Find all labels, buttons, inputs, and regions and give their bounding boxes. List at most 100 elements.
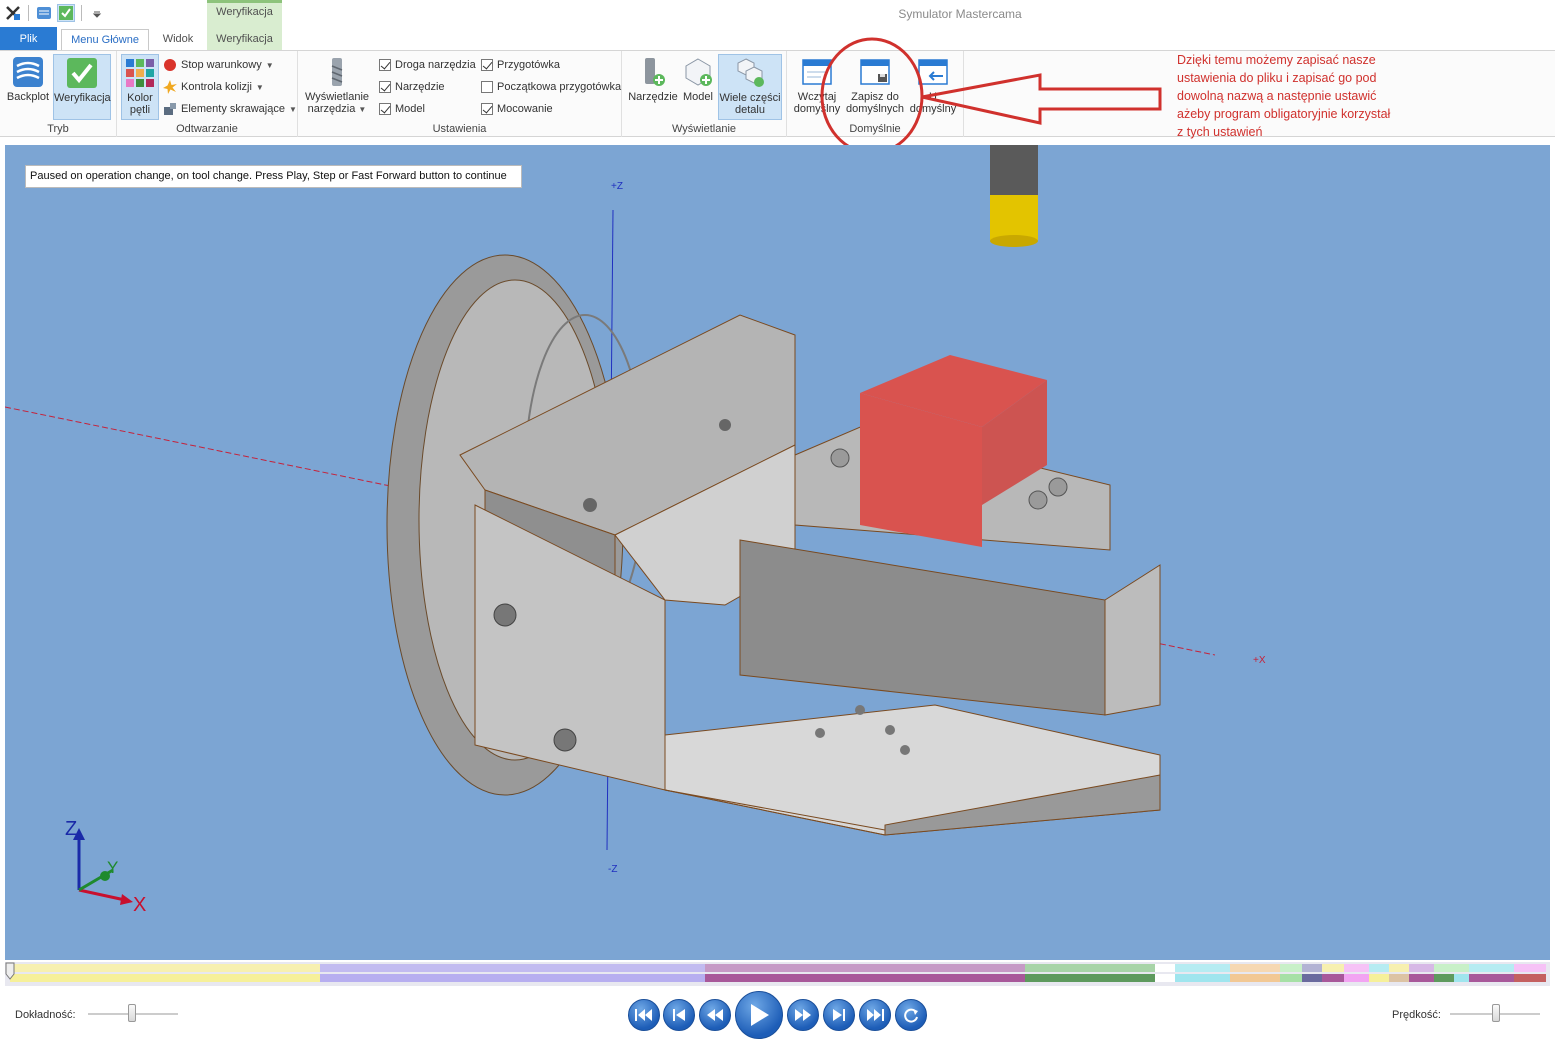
accuracy-slider[interactable] xyxy=(88,1004,178,1024)
play-icon xyxy=(751,1004,769,1026)
skip-to-end-icon xyxy=(867,1009,884,1021)
wczytaj-domyslny-button[interactable]: Wczytaj domyślny xyxy=(792,54,842,120)
bolt-hole xyxy=(719,419,731,431)
group-label-ustawienia: Ustawienia xyxy=(432,123,487,135)
chevron-down-icon: ▼ xyxy=(358,105,367,114)
axis-x-pos-label: +X xyxy=(1253,655,1266,666)
tab-verify[interactable]: Weryfikacja xyxy=(207,27,282,50)
poczatkowa-label: Początkowa przygotówka xyxy=(497,81,622,93)
skip-to-start-icon xyxy=(635,1009,652,1021)
wyswietlanie-narzedzia-button[interactable]: Wyświetlanie narzędzia ▼ xyxy=(302,54,372,120)
tab-file[interactable]: Plik xyxy=(0,27,57,50)
timeline-thumb[interactable] xyxy=(5,962,15,980)
stop-label: Stop warunkowy xyxy=(181,59,262,71)
checkbox[interactable] xyxy=(379,81,391,93)
droga-narzedzia-checkbox[interactable]: Droga narzędzia xyxy=(379,56,476,74)
group-domyslnie: Wczytaj domyślny Zapisz do domyślnych U … xyxy=(787,51,964,137)
accuracy-slider-knob[interactable] xyxy=(128,1004,136,1022)
speed-slider[interactable] xyxy=(1450,1004,1540,1024)
wczytaj-label-1: Wczytaj xyxy=(797,91,837,103)
checkbox[interactable] xyxy=(379,103,391,115)
context-tab-header: Weryfikacja xyxy=(207,0,282,27)
group-tryb: Backplot Weryfikacja Tryb xyxy=(0,51,117,137)
weryfikacja-button[interactable]: Weryfikacja xyxy=(53,54,111,120)
loop-button[interactable] xyxy=(895,999,927,1031)
checkbox[interactable] xyxy=(379,59,391,71)
bolt-hole xyxy=(553,728,577,752)
tool-tip xyxy=(990,235,1038,247)
rewind-start-button[interactable] xyxy=(628,999,660,1031)
mocowanie-checkbox[interactable]: Mocowanie xyxy=(481,100,553,118)
model-label: Model xyxy=(395,103,425,115)
step-forward-button[interactable] xyxy=(823,999,855,1031)
zapisz-label-2: domyślnych xyxy=(845,103,905,115)
narzedzie-display-label: Narzędzie xyxy=(628,91,678,103)
zapisz-do-domyslnych-button[interactable]: Zapisz do domyślnych xyxy=(844,54,906,120)
kolor-label-1: Kolor xyxy=(127,92,153,104)
model-display-label: Model xyxy=(683,91,713,103)
annotation-line: ustawienia do pliku i zapisać go pod xyxy=(1177,71,1377,85)
tab-view[interactable]: Widok xyxy=(150,27,206,50)
timeline-track-top xyxy=(10,964,1546,972)
kolor-label-2: pętli xyxy=(129,104,151,116)
speed-slider-knob[interactable] xyxy=(1492,1004,1500,1022)
vise-body xyxy=(739,539,1106,716)
stop-warunkowy-button[interactable]: Stop warunkowy ▼ xyxy=(163,56,274,74)
group-label-odtwarzanie: Odtwarzanie xyxy=(176,123,238,135)
third-defaults-button[interactable]: U domyślny xyxy=(908,54,958,120)
fast-forward-button[interactable] xyxy=(787,999,819,1031)
tool-add-icon xyxy=(637,56,669,88)
triad-x-label: X xyxy=(133,894,146,916)
color-grid-icon xyxy=(124,57,156,89)
checkbox[interactable] xyxy=(481,81,493,93)
checkbox[interactable] xyxy=(481,103,493,115)
wysw-label-1: Wyświetlanie xyxy=(304,91,370,103)
weryfikacja-label: Weryfikacja xyxy=(54,92,111,104)
mount-hole xyxy=(900,745,910,755)
skip-to-end-button[interactable] xyxy=(859,999,891,1031)
model-add-icon xyxy=(682,56,714,88)
triad-z-label: Z xyxy=(65,818,77,840)
play-button[interactable] xyxy=(735,991,783,1039)
model-display-button[interactable]: Model xyxy=(680,54,716,120)
wiele-czesci-button[interactable]: Wiele części detalu xyxy=(718,54,782,120)
wczytaj-label-2: domyślny xyxy=(793,103,841,115)
annotation-text: Dzięki temu możemy zapisać nasze ustawie… xyxy=(1177,51,1437,141)
elementy-skrawajace-button[interactable]: Elementy skrawające ▼ xyxy=(163,100,297,118)
tab-home[interactable]: Menu Główne xyxy=(61,29,149,51)
annotation-line: Dzięki temu możemy zapisać nasze xyxy=(1177,53,1376,67)
operation-timeline[interactable] xyxy=(5,962,1550,986)
step-back-button[interactable] xyxy=(663,999,695,1031)
third-label-1: U xyxy=(929,91,937,103)
backplot-button[interactable]: Backplot xyxy=(3,54,53,120)
loop-icon xyxy=(904,1008,918,1023)
save-defaults-icon xyxy=(859,56,891,88)
model-checkbox[interactable]: Model xyxy=(379,100,425,118)
rewind-button[interactable] xyxy=(699,999,731,1031)
wiele-label-2: detalu xyxy=(735,104,765,116)
step-forward-icon xyxy=(833,1009,845,1021)
poczatkowa-przygotowka-checkbox[interactable]: Początkowa przygotówka xyxy=(481,78,621,96)
przygotowka-label: Przygotówka xyxy=(497,59,560,71)
group-ustawienia: Wyświetlanie narzędzia ▼ Droga narzędzia… xyxy=(298,51,622,137)
verify-check-icon xyxy=(66,57,98,89)
simulation-viewport[interactable]: +Z -Z +X Z Y X Paused on operation chang… xyxy=(5,145,1550,960)
narzedzie-checkbox[interactable]: Narzędzie xyxy=(379,78,445,96)
step-back-icon xyxy=(673,1009,685,1021)
bolt-hole xyxy=(583,498,597,512)
narzedzie-display-button[interactable]: Narzędzie xyxy=(627,54,679,120)
collision-burst-icon xyxy=(163,80,177,94)
axis-z-pos-label: +Z xyxy=(611,181,623,192)
tool-holder xyxy=(990,145,1038,203)
backplot-icon xyxy=(12,56,44,88)
accuracy-label: Dokładność: xyxy=(15,1009,76,1021)
przygotowka-checkbox[interactable]: Przygotówka xyxy=(481,56,560,74)
checkbox[interactable] xyxy=(481,59,493,71)
narzedzie-label: Narzędzie xyxy=(395,81,445,93)
kolor-petli-button[interactable]: Kolor pętli xyxy=(121,54,159,120)
elementy-label: Elementy skrawające xyxy=(181,103,285,115)
group-odtwarzanie: Kolor pętli Stop warunkowy ▼ Kontrola kol… xyxy=(117,51,298,137)
third-label-2: domyślny xyxy=(909,103,957,115)
mocowanie-label: Mocowanie xyxy=(497,103,553,115)
kontrola-kolizji-button[interactable]: Kontrola kolizji ▼ xyxy=(163,78,264,96)
